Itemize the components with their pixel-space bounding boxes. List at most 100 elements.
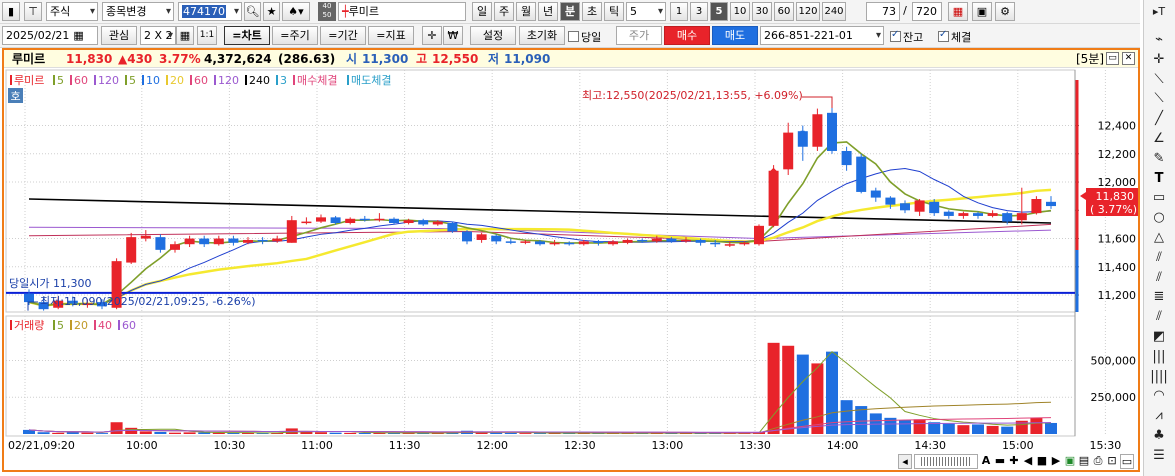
interval-button[interactable]: 30 <box>752 2 772 21</box>
grid-colors-icon[interactable]: ▦ <box>948 2 968 21</box>
gann-icon[interactable]: ⩘ <box>1149 406 1169 426</box>
cross-hatch-icon[interactable]: ⫽ <box>1149 307 1169 327</box>
pencil-icon[interactable]: ✎ <box>1149 149 1169 169</box>
interval-button[interactable]: 60 <box>774 2 794 21</box>
print-icon[interactable]: ⎙ <box>1092 454 1104 469</box>
interval-button[interactable]: 1 <box>670 2 688 21</box>
crosshair-icon[interactable]: ✛ <box>422 26 442 45</box>
period-badge: [5분] <box>1076 52 1105 66</box>
change-stock-select[interactable]: 종목변경 <box>102 2 174 21</box>
fibo-icon[interactable]: ≣ <box>1149 287 1169 307</box>
scrollbar[interactable] <box>914 454 978 469</box>
search-icon[interactable]: 🔍︎ <box>244 2 261 21</box>
chart-frame <box>2 48 1140 472</box>
arc-icon[interactable]: ◠ <box>1149 386 1169 406</box>
period-button[interactable]: 일 <box>472 2 492 21</box>
fill-checkbox[interactable]: 체결 <box>938 29 971 45</box>
gear-icon[interactable]: ⚙ <box>995 2 1015 21</box>
info-high-label: 고 <box>416 52 428 66</box>
channel-icon[interactable]: ⫽ <box>1149 268 1169 288</box>
info-volume: 4,372,624 <box>204 52 272 66</box>
cycle-icon[interactable]: |||| <box>1149 367 1169 387</box>
count-input[interactable]: 73 <box>866 2 900 21</box>
info-change: ▲430 <box>118 52 153 66</box>
interval-button[interactable]: 5 <box>710 2 728 21</box>
box-diagonal-icon[interactable]: ◩ <box>1149 327 1169 347</box>
play-icon[interactable]: ▶ <box>1050 454 1062 469</box>
stop-icon[interactable]: ■ <box>1036 454 1048 469</box>
tab-button[interactable]: =주기 <box>272 26 318 45</box>
restore-icon[interactable]: ▭ <box>1106 52 1119 65</box>
scroll-left-icon[interactable]: ◂ <box>898 454 912 469</box>
circle-icon[interactable]: ○ <box>1149 208 1169 228</box>
ratio-button[interactable]: 1:1 <box>197 26 217 45</box>
layout-select[interactable]: 2 X 2 <box>140 26 176 45</box>
angle-icon[interactable]: ∠ <box>1149 129 1169 149</box>
type-select[interactable]: 주식 <box>46 2 98 21</box>
rewind-icon[interactable]: ◀ <box>1022 454 1034 469</box>
rectangle-icon[interactable]: ▭ <box>1149 188 1169 208</box>
market-badge: 40 50 <box>318 2 336 21</box>
bottom-bar: ◂ A ▬ ✚ ◀ ■ ▶ ▣ ▤ ⎙ ⊡ ▭ <box>6 454 1138 470</box>
sell-button[interactable]: 매도 <box>712 26 758 45</box>
stock-name-field[interactable]: ┿루미르 <box>338 2 466 21</box>
account-select[interactable]: 266-851-221-01 <box>760 26 884 45</box>
interval-button[interactable]: 3 <box>690 2 708 21</box>
balance-checkbox[interactable]: 잔고 <box>890 29 923 45</box>
window-icon[interactable]: ▭ <box>1120 454 1134 469</box>
tree-icon[interactable]: ♣ <box>1149 426 1169 446</box>
text-icon[interactable]: T <box>1149 169 1169 189</box>
sameday-checkbox[interactable]: 당일 <box>568 29 601 45</box>
zoom-text-icon[interactable]: A <box>980 454 992 469</box>
zoom-in-icon[interactable]: ✚ <box>1008 454 1020 469</box>
period-button[interactable]: 년 <box>538 2 558 21</box>
star-icon[interactable]: ★ <box>263 2 280 21</box>
watchlist-button[interactable]: 관심 <box>101 26 137 45</box>
tab-button[interactable]: =지표 <box>368 26 414 45</box>
trendline-icon[interactable]: ╱ <box>1149 109 1169 129</box>
date-input[interactable]: 2025/02/21 ▦ <box>2 26 98 45</box>
info-low: 11,090 <box>504 52 551 66</box>
buy-button[interactable]: 매수 <box>664 26 710 45</box>
fan-icon[interactable]: ⫽ <box>1149 248 1169 268</box>
stock-code-input[interactable]: 474170 <box>178 2 242 21</box>
calendar-grid-icon[interactable]: ▦ <box>176 26 194 45</box>
settings-button[interactable]: 설정 <box>470 26 516 45</box>
period-button[interactable]: 주 <box>494 2 514 21</box>
vertical-lines-icon[interactable]: ||| <box>1149 347 1169 367</box>
triangle-icon[interactable]: △ <box>1149 228 1169 248</box>
line-tool-icon[interactable]: ⟍ <box>1149 70 1169 90</box>
period-button[interactable]: 틱 <box>604 2 624 21</box>
reset-button[interactable]: 초기화 <box>519 26 565 45</box>
tab-button[interactable]: =기간 <box>320 26 366 45</box>
price-info-bar: 루미르 11,830 ▲430 3.77% 4,372,624 (286.63)… <box>4 50 1138 68</box>
toolbar-top: ▮ ⊤ 주식 종목변경 474170 🔍︎ ★ ♠▾ 4050 ┿루미르 일주월… <box>0 0 1140 24</box>
price-button[interactable]: 주가 <box>616 26 662 45</box>
interval-button[interactable]: 240 <box>822 2 846 21</box>
save-image-icon[interactable]: ▤ <box>1078 454 1090 469</box>
close-icon[interactable]: ✕ <box>1122 52 1135 65</box>
save-icon[interactable]: ▣ <box>972 2 992 21</box>
spade-icon[interactable]: ♠▾ <box>282 2 310 21</box>
period-button[interactable]: 월 <box>516 2 536 21</box>
pin-icon[interactable]: ⊤ <box>24 2 42 21</box>
total-input[interactable]: 720 <box>912 2 942 21</box>
period-button[interactable]: 분 <box>560 2 580 21</box>
bookmark-icon[interactable]: ⌁ <box>1149 30 1169 50</box>
won-button[interactable]: ₩ <box>443 26 463 45</box>
fit-icon[interactable]: ⊡ <box>1106 454 1118 469</box>
info-open-label: 시 <box>346 52 358 66</box>
excel-icon[interactable]: ▣ <box>1064 454 1076 469</box>
tab-button[interactable]: =차트 <box>224 26 270 45</box>
segment-icon[interactable]: ⟍ <box>1149 89 1169 109</box>
interval-button[interactable]: 120 <box>796 2 820 21</box>
period-button[interactable]: 초 <box>582 2 602 21</box>
info-low-label: 저 <box>488 52 500 66</box>
interval-select[interactable]: 5 <box>626 2 666 21</box>
expand-icon[interactable]: ▸T <box>1149 2 1169 22</box>
interval-button[interactable]: 10 <box>730 2 750 21</box>
list-icon[interactable]: ☰ <box>1149 446 1169 466</box>
menu-icon[interactable]: ▮ <box>2 2 20 21</box>
crosshair-pen-icon[interactable]: ✛ <box>1149 50 1169 70</box>
zoom-out-icon[interactable]: ▬ <box>994 454 1006 469</box>
